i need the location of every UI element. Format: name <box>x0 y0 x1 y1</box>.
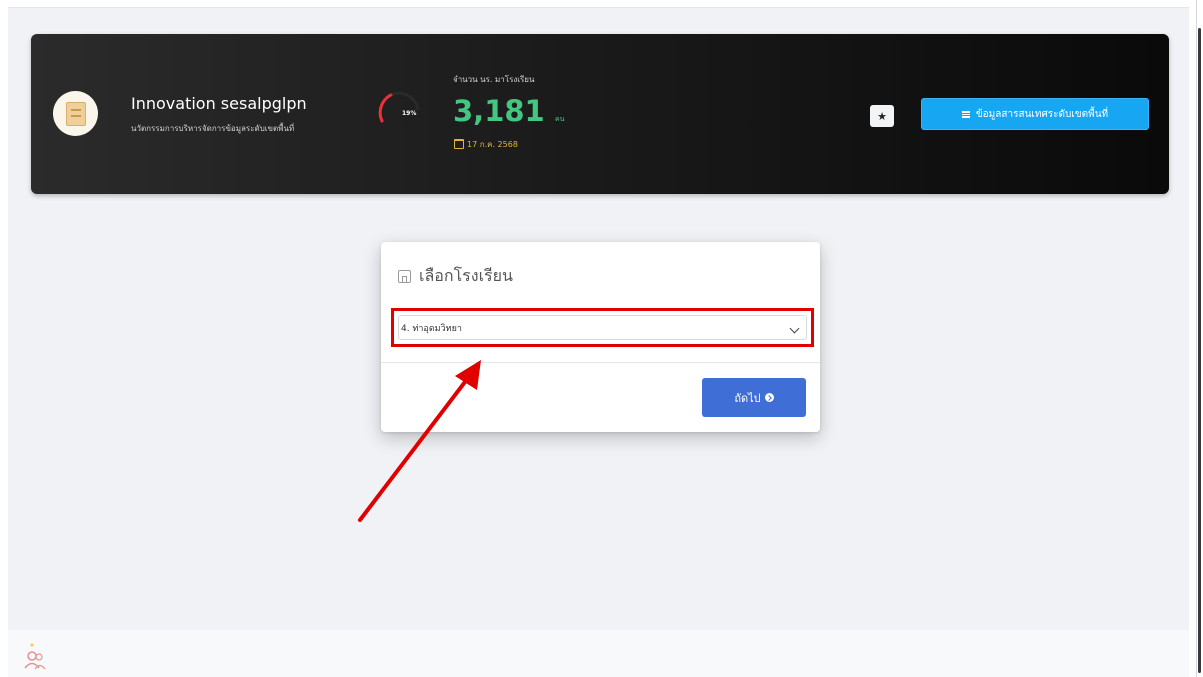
list-icon <box>961 110 970 118</box>
modal-title: เลือกโรงเรียน <box>419 266 513 285</box>
stat-value: 3,181 <box>453 94 545 128</box>
calendar-icon <box>454 139 464 149</box>
app-logo <box>53 91 98 136</box>
footer-bar <box>8 630 1189 677</box>
school-select[interactable]: 4. ท่าอุดมวิทยา <box>398 315 807 340</box>
area-info-button[interactable]: ข้อมูลสารสนเทศระดับเขตพื้นที่ <box>921 98 1149 130</box>
modal-title-row: เลือกโรงเรียน <box>398 264 513 289</box>
next-button-label: ถัดไป <box>734 391 761 405</box>
star-icon: ★ <box>877 109 887 123</box>
book-icon <box>65 101 86 126</box>
stat-date: 17 ก.ค. 2568 <box>467 140 518 149</box>
stat-label: จำนวน นร. มาโรงเรียน <box>453 75 535 84</box>
arrow-circle-right-icon <box>764 393 774 402</box>
stat-unit: คน <box>555 115 565 123</box>
school-select-highlight: 4. ท่าอุดมวิทยา <box>391 308 814 347</box>
page: Innovation sesalpglpn นวัตกรรมการบริหารจ… <box>0 0 1203 677</box>
attendance-gauge <box>378 91 420 123</box>
users-icon[interactable] <box>22 640 46 672</box>
area-info-button-label: ข้อมูลสารสนเทศระดับเขตพื้นที่ <box>975 108 1109 120</box>
top-border <box>8 7 1189 8</box>
scrollbar-thumb[interactable] <box>1198 28 1201 673</box>
favorite-button[interactable]: ★ <box>870 105 894 127</box>
annotation-arrow <box>358 360 481 522</box>
school-select-value: 4. ท่าอุดมวิทยา <box>401 323 462 334</box>
chevron-down-icon <box>789 323 800 334</box>
brand-title: Innovation sesalpglpn <box>131 94 307 113</box>
next-button[interactable]: ถัดไป <box>702 378 806 417</box>
school-icon <box>398 270 411 283</box>
gauge-percent: 19% <box>402 110 417 117</box>
brand-subtitle: นวัตกรรมการบริหารจัดการข้อมูลระดับเขตพื้… <box>131 124 295 133</box>
